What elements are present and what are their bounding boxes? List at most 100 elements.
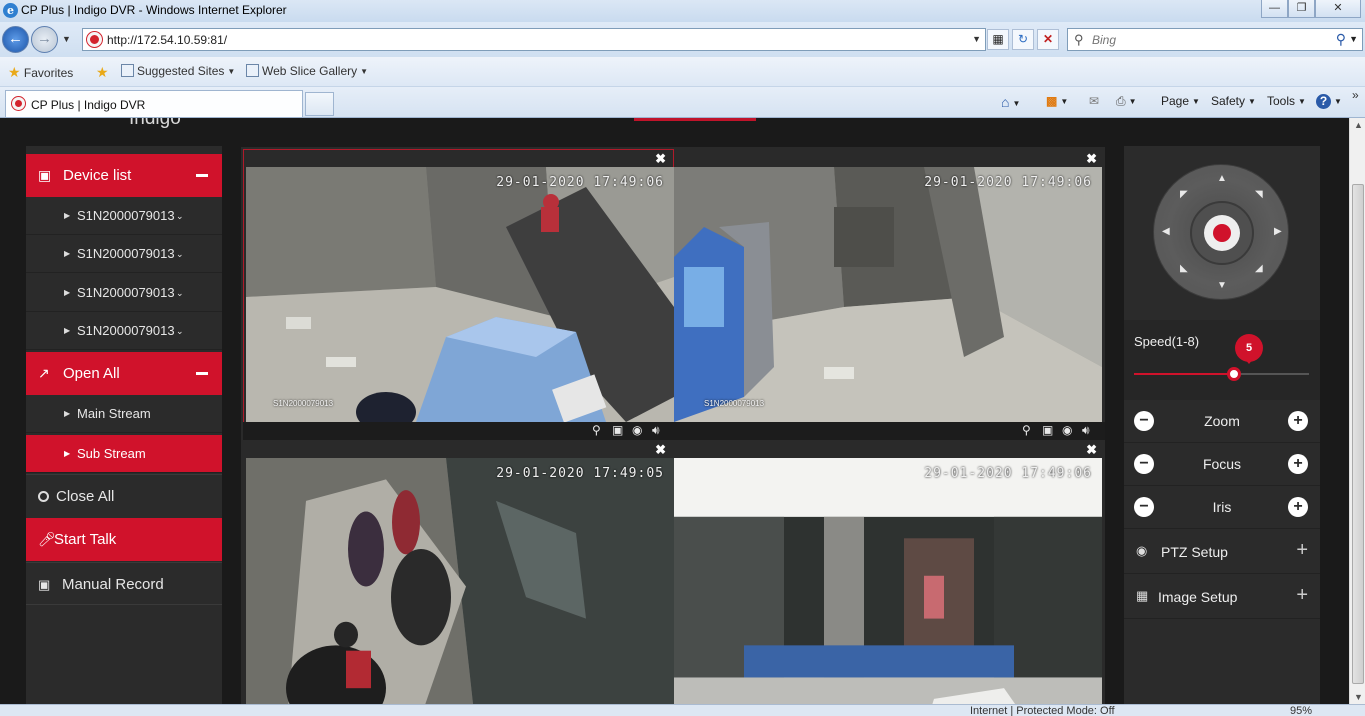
zoom-in-button[interactable]: + <box>1288 411 1308 431</box>
arrow-up-right-icon[interactable]: ◥ <box>1255 189 1263 200</box>
camera-tile[interactable]: ✖ 29-01-2020 17:49:06 S1N2000079013 <box>674 149 1105 440</box>
record-icon[interactable]: ▣ <box>612 423 623 437</box>
start-talk-button[interactable]: 🎤︎ Start Talk <box>26 518 222 561</box>
arrow-right-icon[interactable]: ▶ <box>1274 226 1282 237</box>
sub-stream-item[interactable]: ▶ Sub Stream <box>26 435 222 473</box>
record-icon[interactable]: ▣ <box>1042 423 1053 437</box>
url-text[interactable]: http://172.54.10.59:81/ <box>107 33 227 47</box>
web-slice-gallery-link[interactable]: Web Slice Gallery ▼ <box>246 64 368 78</box>
caret-right-icon: ▶ <box>64 249 71 258</box>
speed-slider-handle[interactable] <box>1226 367 1241 381</box>
new-tab-button[interactable] <box>305 92 334 116</box>
ptz-setup-section[interactable]: ◉ PTZ Setup + <box>1124 530 1320 574</box>
safety-menu[interactable]: Safety ▼ <box>1211 94 1256 108</box>
device-item[interactable]: ▶ S1N2000079013 ⌄ <box>26 274 222 312</box>
video-feed[interactable]: 29-01-2020 17:49:05 S1N2000079013 <box>246 458 674 704</box>
chevron-down-icon: ▼ <box>360 67 369 76</box>
compatibility-view-icon[interactable]: ▦ <box>987 29 1009 50</box>
arrow-up-left-icon[interactable]: ◤ <box>1180 189 1188 200</box>
caret-right-icon: ▶ <box>64 211 71 220</box>
camera-tile[interactable]: ✖ 29-01-2020 17:49:05 S1N2000079013 <box>243 440 674 704</box>
home-icon[interactable]: ⌂ ▼ <box>1001 94 1020 110</box>
feeds-icon[interactable]: ▩ ▼ <box>1046 94 1068 108</box>
arrow-up-icon[interactable]: ▲ <box>1217 173 1227 184</box>
expand-icon[interactable]: + <box>1296 584 1308 607</box>
recent-pages-dropdown-icon[interactable]: ▼ <box>62 34 71 44</box>
main-stream-item[interactable]: ▶ Main Stream <box>26 395 222 433</box>
collapse-icon[interactable] <box>196 372 208 375</box>
back-button[interactable]: ← <box>2 26 29 53</box>
help-menu[interactable]: ? ▼ <box>1316 94 1342 109</box>
zoom-control: − Zoom + <box>1124 400 1320 443</box>
arrow-down-right-icon[interactable]: ◢ <box>1255 263 1263 274</box>
security-zone-text: Internet | Protected Mode: Off <box>970 705 1115 716</box>
open-all-header[interactable]: ↗ Open All <box>26 352 222 395</box>
arrow-left-icon[interactable]: ◀ <box>1162 226 1170 237</box>
arrow-down-icon[interactable]: ▼ <box>1217 280 1227 291</box>
device-list-header[interactable]: ▣ Device list <box>26 154 222 197</box>
vertical-scrollbar[interactable]: ▲ ▼ <box>1349 118 1365 704</box>
close-all-button[interactable]: Close All <box>26 474 222 517</box>
video-feed[interactable]: 29-01-2020 17:49:06 S1N2000079013 <box>674 458 1102 704</box>
print-icon[interactable]: ⎙ ▼ <box>1116 94 1137 109</box>
search-options-dropdown-icon[interactable]: ▼ <box>1349 34 1358 44</box>
scroll-down-icon[interactable]: ▼ <box>1354 692 1363 702</box>
collapse-icon[interactable] <box>196 174 208 177</box>
camera-timestamp: 29-01-2020 17:49:06 <box>496 175 664 190</box>
ptz-home-button[interactable] <box>1204 215 1240 251</box>
camera-tile[interactable]: ✖ 29-01-2020 17:49:06 S1N2000079013 ⚲ ▣ … <box>243 149 674 440</box>
left-sidebar: ▣ Device list ▶ S1N2000079013 ⌄ ▶ S1N200… <box>26 146 222 704</box>
url-history-dropdown-icon[interactable]: ▼ <box>972 34 981 44</box>
close-icon[interactable]: ✖ <box>655 442 666 458</box>
video-feed[interactable]: 29-01-2020 17:49:06 S1N2000079013 <box>674 167 1102 422</box>
add-to-favorites-bar-button[interactable]: ★ <box>96 64 109 81</box>
image-setup-section[interactable]: ▦ Image Setup + <box>1124 575 1320 619</box>
device-item[interactable]: ▶ S1N2000079013 ⌄ <box>26 197 222 235</box>
restore-button[interactable]: ❐ <box>1288 0 1315 18</box>
forward-button[interactable]: → <box>31 26 58 53</box>
close-icon[interactable]: ✖ <box>655 151 666 167</box>
manual-record-button[interactable]: ▣ Manual Record <box>26 562 222 605</box>
close-icon[interactable]: ✖ <box>1086 151 1097 167</box>
stop-icon[interactable]: ✕ <box>1037 29 1059 50</box>
video-feed[interactable]: 29-01-2020 17:49:06 S1N2000079013 <box>246 167 674 422</box>
ptz-direction-pad[interactable]: ▲ ▼ ◀ ▶ ◤ ◥ ◣ ◢ <box>1153 164 1289 300</box>
close-icon[interactable]: ✖ <box>1086 442 1097 458</box>
iris-open-button[interactable]: + <box>1288 497 1308 517</box>
scroll-up-icon[interactable]: ▲ <box>1354 120 1363 130</box>
ptz-control-panel: ▲ ▼ ◀ ▶ ◤ ◥ ◣ ◢ Speed(1-8) 5 − Zoom + − … <box>1124 146 1320 704</box>
more-commands-icon[interactable]: » <box>1352 88 1359 102</box>
address-field[interactable]: http://172.54.10.59:81/ ▼ <box>82 28 986 51</box>
snapshot-icon[interactable]: ◉ <box>632 423 642 437</box>
camera-tile[interactable]: ✖ 29-01-2020 17:49:06 S1N2000079013 <box>674 440 1105 704</box>
caret-right-icon: ▶ <box>64 409 71 418</box>
zoom-in-icon[interactable]: ⚲ <box>1022 423 1031 437</box>
minimize-button[interactable]: — <box>1261 0 1288 18</box>
snapshot-icon[interactable]: ◉ <box>1062 423 1072 437</box>
zoom-level[interactable]: 95% <box>1290 705 1312 716</box>
read-mail-icon[interactable]: ✉ <box>1089 94 1099 108</box>
tab-cp-plus-indigo-dvr[interactable]: CP Plus | Indigo DVR <box>5 90 303 117</box>
device-item[interactable]: ▶ S1N2000079013 ⌄ <box>26 312 222 350</box>
close-window-button[interactable]: ✕ <box>1315 0 1361 18</box>
speed-slider-fill <box>1134 373 1234 375</box>
ptz-center-ring <box>1190 201 1254 265</box>
search-input[interactable] <box>1092 32 1322 48</box>
refresh-icon[interactable]: ↻ <box>1012 29 1034 50</box>
search-box[interactable]: ⚲ ⚲ ▼ <box>1067 28 1363 51</box>
search-icon[interactable]: ⚲ <box>1336 31 1346 48</box>
tools-menu[interactable]: Tools ▼ <box>1267 94 1306 108</box>
caret-right-icon: ▶ <box>64 288 71 297</box>
arrow-down-left-icon[interactable]: ◣ <box>1180 263 1188 274</box>
favorites-button[interactable]: ★ Favorites <box>8 64 73 81</box>
audio-icon[interactable]: 🔊︎ <box>652 423 660 438</box>
scrollbar-thumb[interactable] <box>1352 184 1364 684</box>
page-menu[interactable]: Page ▼ <box>1161 94 1200 108</box>
device-item[interactable]: ▶ S1N2000079013 ⌄ <box>26 235 222 273</box>
expand-icon[interactable]: + <box>1296 539 1308 562</box>
speed-slider[interactable] <box>1134 367 1309 381</box>
focus-far-button[interactable]: + <box>1288 454 1308 474</box>
audio-icon[interactable]: 🔊︎ <box>1082 423 1090 438</box>
suggested-sites-link[interactable]: Suggested Sites ▼ <box>121 64 235 78</box>
zoom-in-icon[interactable]: ⚲ <box>592 423 601 437</box>
